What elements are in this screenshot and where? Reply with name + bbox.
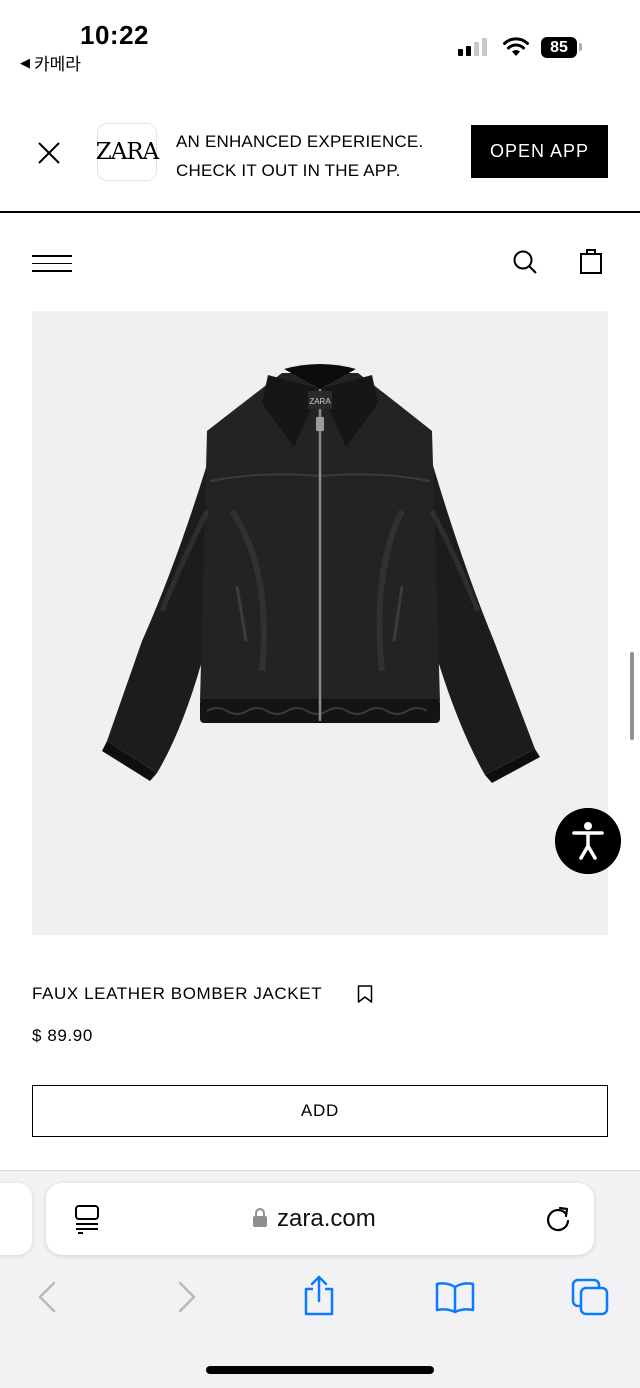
cellular-signal-icon [458, 38, 487, 56]
product-price: $ 89.90 [32, 1026, 93, 1045]
page-menu-icon[interactable] [74, 1204, 100, 1234]
app-banner-line2: CHECK IT OUT IN THE APP. [176, 161, 401, 180]
share-icon[interactable] [302, 1274, 336, 1316]
shopping-bag-icon[interactable] [579, 248, 603, 275]
bookmarks-icon[interactable] [435, 1280, 475, 1314]
forward-arrow-icon[interactable] [176, 1281, 198, 1313]
product-name: FAUX LEATHER BOMBER JACKET [32, 984, 323, 1003]
jacket-illustration: ZARA [102, 364, 540, 783]
accessibility-icon[interactable] [555, 808, 621, 874]
back-to-app-link[interactable]: ◀ 카메라 [20, 50, 81, 75]
battery-indicator: 85 [541, 37, 577, 58]
tabs-icon[interactable] [571, 1278, 611, 1316]
product-image[interactable]: ZARA [32, 311, 608, 935]
add-to-bag-button[interactable]: ADD [32, 1085, 608, 1137]
home-indicator [206, 1366, 434, 1374]
menu-icon[interactable] [32, 255, 72, 273]
status-time: 10:22 [80, 20, 149, 50]
app-banner-line1: AN ENHANCED EXPERIENCE. [176, 132, 424, 151]
back-triangle-icon: ◀ [20, 54, 30, 70]
back-app-label: 카메라 [34, 55, 81, 74]
close-icon[interactable] [36, 140, 62, 166]
search-icon[interactable] [512, 249, 538, 275]
app-banner-text: AN ENHANCED EXPERIENCE. CHECK IT OUT IN … [176, 127, 423, 185]
back-arrow-icon[interactable] [36, 1281, 58, 1313]
page-scrollbar[interactable] [630, 652, 634, 740]
banner-divider [0, 211, 640, 213]
reload-icon[interactable] [544, 1205, 572, 1233]
zara-app-logo: ZARA [96, 123, 159, 181]
battery-tip [579, 43, 582, 51]
open-app-button[interactable]: OPEN APP [471, 125, 608, 178]
previous-tab-preview[interactable] [0, 1183, 32, 1255]
jacket-label: ZARA [309, 397, 331, 406]
bookmark-icon[interactable] [357, 985, 373, 1003]
wifi-icon [503, 37, 529, 56]
lock-icon [253, 1208, 267, 1227]
url-text[interactable]: zara.com [277, 1205, 376, 1233]
